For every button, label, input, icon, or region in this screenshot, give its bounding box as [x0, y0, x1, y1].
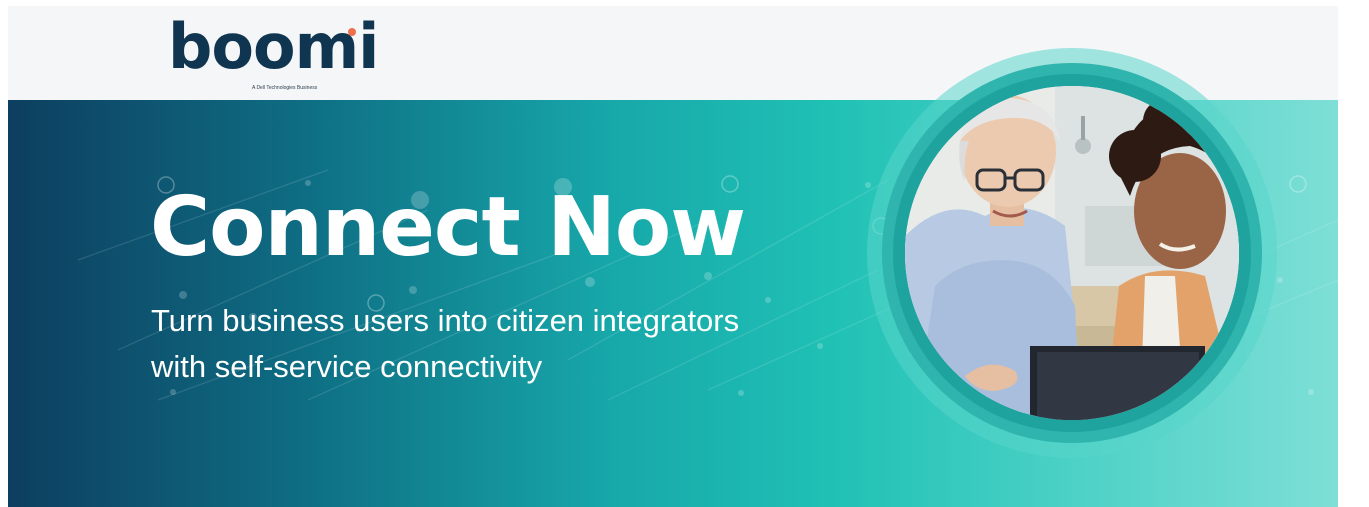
logo-tagline: A Dell Technologies Business: [252, 85, 318, 91]
logo-dot-icon: [348, 28, 356, 36]
people-photo-illustration: [905, 86, 1239, 420]
subheadline: Turn business users into citizen integra…: [151, 298, 739, 390]
boomi-logo: boomi A Dell Technologies Business: [168, 16, 379, 96]
subhead-line-1: Turn business users into citizen integra…: [151, 303, 740, 338]
logo-wordmark: boomi: [168, 10, 379, 83]
subhead-line-2: with self-service connectivity: [151, 349, 543, 384]
ad-banner-page: boomi A Dell Technologies Business Conne…: [0, 0, 1369, 507]
headline: Connect Now: [150, 180, 746, 275]
people-photo: [905, 86, 1239, 420]
